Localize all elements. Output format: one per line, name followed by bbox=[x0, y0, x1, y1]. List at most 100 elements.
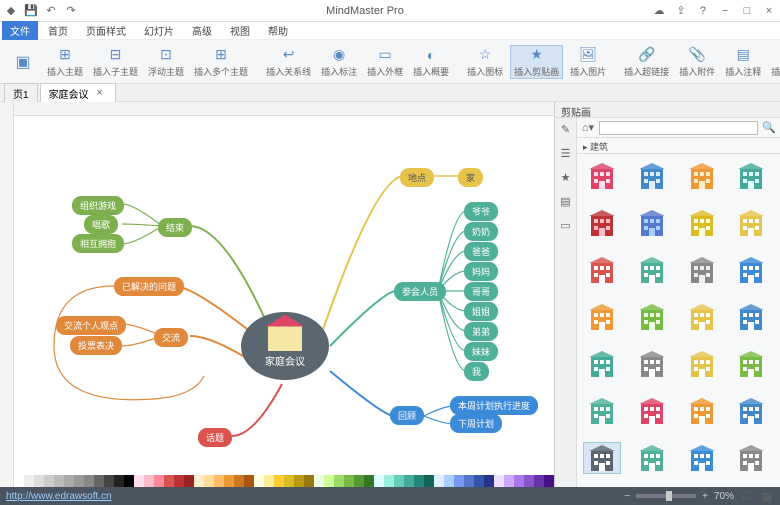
clipart-building-13[interactable] bbox=[633, 301, 671, 333]
ribbon-插入评论[interactable]: 💬插入评论 bbox=[768, 46, 780, 78]
node-person-3[interactable]: 妈妈 bbox=[464, 262, 498, 281]
node-topic[interactable]: 话题 bbox=[198, 428, 232, 447]
close-icon[interactable]: × bbox=[762, 4, 776, 18]
fit-icon[interactable]: ⛶ bbox=[740, 489, 754, 503]
ribbon-插入图片[interactable]: 🖼插入图片 bbox=[567, 46, 609, 78]
clipart-building-5[interactable] bbox=[633, 207, 671, 239]
node-solved[interactable]: 已解决的问题 bbox=[114, 277, 184, 296]
node-review-1[interactable]: 下周计划 bbox=[450, 414, 502, 433]
undo-icon[interactable]: ↶ bbox=[44, 4, 58, 18]
clipart-building-19[interactable] bbox=[732, 348, 770, 380]
share-icon[interactable]: ⇪ bbox=[674, 4, 688, 18]
redo-icon[interactable]: ↷ bbox=[64, 4, 78, 18]
node-location[interactable]: 地点 bbox=[400, 168, 434, 187]
ribbon-插入多个主题[interactable]: ⊞插入多个主题 bbox=[191, 46, 251, 78]
zoom-slider[interactable] bbox=[636, 494, 696, 498]
clipart-building-9[interactable] bbox=[633, 254, 671, 286]
menu-view[interactable]: 视图 bbox=[222, 21, 258, 40]
tab-close-icon[interactable]: × bbox=[93, 86, 107, 100]
clipart-building-4[interactable] bbox=[583, 207, 621, 239]
node-review[interactable]: 回顾 bbox=[390, 406, 424, 425]
clipart-search[interactable] bbox=[599, 121, 758, 135]
ribbon-插入子主题[interactable]: ⊟插入子主题 bbox=[90, 46, 141, 78]
clipart-building-3[interactable] bbox=[732, 160, 770, 192]
node-end-2[interactable]: 相互拥抱 bbox=[72, 234, 124, 253]
status-url[interactable]: http://www.edrawsoft.cn bbox=[6, 491, 112, 502]
clipart-building-6[interactable] bbox=[683, 207, 721, 239]
node-discuss-0[interactable]: 交流个人观点 bbox=[56, 316, 126, 335]
clipart-building-7[interactable] bbox=[732, 207, 770, 239]
ribbon-插入图标[interactable]: ☆插入图标 bbox=[464, 46, 506, 78]
clipart-building-22[interactable] bbox=[683, 395, 721, 427]
ribbon-插入关系线[interactable]: ↩插入关系线 bbox=[263, 46, 314, 78]
ribbon-浮动主题[interactable]: ⊡浮动主题 bbox=[145, 46, 187, 78]
clipart-building-21[interactable] bbox=[633, 395, 671, 427]
clipart-building-27[interactable] bbox=[732, 442, 770, 474]
home-icon[interactable]: ⌂▾ bbox=[581, 121, 595, 135]
zoom-in-icon[interactable]: + bbox=[702, 491, 708, 502]
tool-wand-icon[interactable]: ✎ bbox=[559, 122, 573, 136]
ribbon-插入标注[interactable]: ◉插入标注 bbox=[318, 46, 360, 78]
menu-pagestyle[interactable]: 页面样式 bbox=[78, 21, 134, 40]
node-end-0[interactable]: 组织游戏 bbox=[72, 196, 124, 215]
menu-file[interactable]: 文件 bbox=[2, 21, 38, 40]
doctab-page1[interactable]: 页1 bbox=[4, 83, 38, 103]
search-icon[interactable]: 🔍 bbox=[762, 121, 776, 135]
ribbon-插入注释[interactable]: ▤插入注释 bbox=[722, 46, 764, 78]
category-buildings[interactable]: ▸ 建筑 bbox=[577, 138, 780, 154]
node-discuss[interactable]: 交流 bbox=[154, 328, 188, 347]
ribbon-插入超链接[interactable]: 🔗插入超链接 bbox=[621, 46, 672, 78]
clipart-building-15[interactable] bbox=[732, 301, 770, 333]
tool-page-icon[interactable]: ▭ bbox=[559, 218, 573, 232]
mindmap-center[interactable]: 家庭会议 bbox=[241, 312, 329, 380]
node-person-0[interactable]: 爷爷 bbox=[464, 202, 498, 221]
ribbon-插入附件[interactable]: 📎插入附件 bbox=[676, 46, 718, 78]
zoom-out-icon[interactable]: − bbox=[624, 491, 630, 502]
clipart-building-10[interactable] bbox=[683, 254, 721, 286]
node-person-8[interactable]: 我 bbox=[464, 362, 489, 381]
canvas[interactable]: 家庭会议 地点 家 参会人员 爷爷奶奶爸爸妈妈哥哥姐姐弟弟妹妹我 回顾 本周计划… bbox=[0, 102, 554, 487]
node-person-6[interactable]: 弟弟 bbox=[464, 322, 498, 341]
clipart-building-16[interactable] bbox=[583, 348, 621, 380]
clipart-building-2[interactable] bbox=[683, 160, 721, 192]
node-person-5[interactable]: 姐姐 bbox=[464, 302, 498, 321]
tool-layers-icon[interactable]: ▤ bbox=[559, 194, 573, 208]
node-person-1[interactable]: 奶奶 bbox=[464, 222, 498, 241]
save-icon[interactable]: 💾 bbox=[24, 4, 38, 18]
node-review-0[interactable]: 本周计划执行进度 bbox=[450, 396, 538, 415]
menu-home[interactable]: 首页 bbox=[40, 21, 76, 40]
ribbon-插入概要[interactable]: ◐插入概要 bbox=[410, 46, 452, 78]
clipart-building-18[interactable] bbox=[683, 348, 721, 380]
clipart-building-23[interactable] bbox=[732, 395, 770, 427]
clipart-building-0[interactable] bbox=[583, 160, 621, 192]
node-people[interactable]: 参会人员 bbox=[394, 282, 446, 301]
clipart-building-8[interactable] bbox=[583, 254, 621, 286]
ribbon-插入剪贴画[interactable]: ★插入剪贴画 bbox=[510, 45, 563, 79]
clipart-building-14[interactable] bbox=[683, 301, 721, 333]
color-palette[interactable] bbox=[14, 475, 554, 487]
menu-advanced[interactable]: 高级 bbox=[184, 21, 220, 40]
ribbon-main[interactable]: ▣ bbox=[6, 51, 40, 73]
menu-help[interactable]: 帮助 bbox=[260, 21, 296, 40]
ribbon-插入主题[interactable]: ⊞插入主题 bbox=[44, 46, 86, 78]
menu-slides[interactable]: 幻灯片 bbox=[136, 21, 182, 40]
clipart-building-1[interactable] bbox=[633, 160, 671, 192]
node-end-1[interactable]: 唱歌 bbox=[84, 215, 118, 234]
clipart-building-25[interactable] bbox=[633, 442, 671, 474]
clipart-building-26[interactable] bbox=[683, 442, 721, 474]
help-icon[interactable]: ? bbox=[696, 4, 710, 18]
clipart-building-11[interactable] bbox=[732, 254, 770, 286]
node-person-2[interactable]: 爸爸 bbox=[464, 242, 498, 261]
cloud-icon[interactable]: ☁ bbox=[652, 4, 666, 18]
doctab-current[interactable]: 家庭会议× bbox=[40, 83, 116, 103]
node-discuss-1[interactable]: 投票表决 bbox=[70, 336, 122, 355]
node-location-home[interactable]: 家 bbox=[458, 168, 483, 187]
ribbon-插入外框[interactable]: ▭插入外框 bbox=[364, 46, 406, 78]
clipart-building-12[interactable] bbox=[583, 301, 621, 333]
tool-star-icon[interactable]: ★ bbox=[559, 170, 573, 184]
tool-list-icon[interactable]: ☰ bbox=[559, 146, 573, 160]
clipart-building-24[interactable] bbox=[583, 442, 621, 474]
node-person-7[interactable]: 妹妹 bbox=[464, 342, 498, 361]
node-end[interactable]: 结束 bbox=[158, 218, 192, 237]
minimize-icon[interactable]: − bbox=[718, 4, 732, 18]
